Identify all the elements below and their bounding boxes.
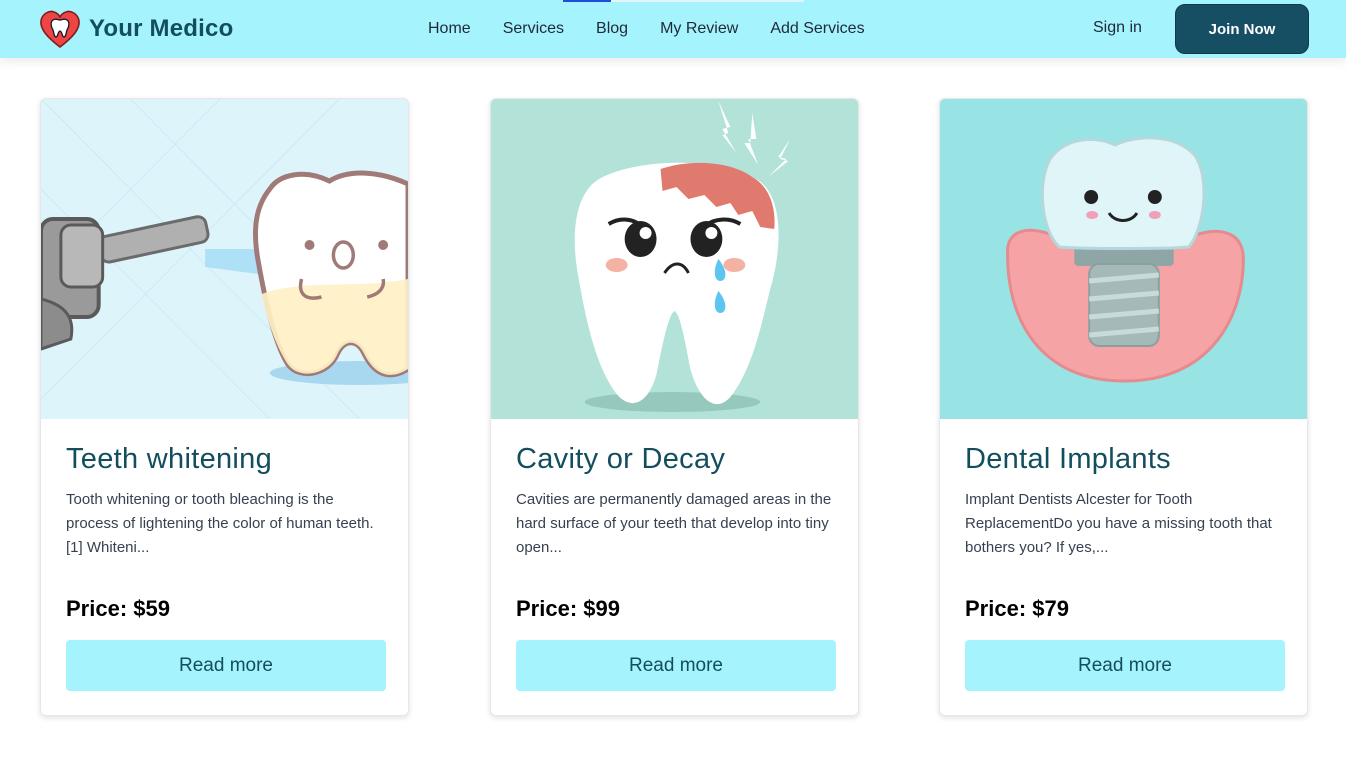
read-more-button[interactable]: Read more bbox=[66, 640, 386, 691]
card-title: Cavity or Decay bbox=[516, 443, 726, 475]
nav-blog[interactable]: Blog bbox=[596, 20, 628, 38]
nav-my-review[interactable]: My Review bbox=[660, 20, 738, 38]
card-body: Dental Implants Implant Dentists Alceste… bbox=[965, 443, 1283, 622]
read-more-button[interactable]: Read more bbox=[965, 640, 1285, 691]
nav-home[interactable]: Home bbox=[428, 20, 471, 38]
service-card: Teeth whitening Tooth whitening or tooth… bbox=[40, 98, 409, 716]
tooth-whitening-illustration bbox=[41, 99, 408, 419]
card-body: Teeth whitening Tooth whitening or tooth… bbox=[66, 443, 384, 622]
brand-name: Your Medico bbox=[89, 15, 234, 42]
dental-implant-illustration bbox=[940, 99, 1307, 419]
read-more-button[interactable]: Read more bbox=[516, 640, 836, 691]
card-price: Price: $59 bbox=[66, 595, 170, 621]
card-title: Dental Implants bbox=[965, 443, 1171, 475]
nav-add-services[interactable]: Add Services bbox=[770, 20, 864, 38]
join-now-button[interactable]: Join Now bbox=[1175, 4, 1309, 54]
card-description: Tooth whitening or tooth bleaching is th… bbox=[66, 490, 374, 556]
navbar: Your Medico Home Services Blog My Review… bbox=[0, 0, 1346, 58]
sign-in-link[interactable]: Sign in bbox=[1093, 19, 1142, 37]
card-title: Teeth whitening bbox=[66, 443, 273, 475]
card-price: Price: $79 bbox=[965, 595, 1069, 621]
service-card: Dental Implants Implant Dentists Alceste… bbox=[939, 98, 1308, 716]
card-price: Price: $99 bbox=[516, 595, 620, 621]
card-description: Implant Dentists Alcester for Tooth Repl… bbox=[965, 490, 1272, 556]
brand-link[interactable]: Your Medico bbox=[39, 9, 233, 49]
heart-tooth-icon bbox=[40, 10, 80, 49]
service-card: Cavity or Decay Cavities are permanently… bbox=[490, 98, 859, 716]
sad-tooth-cavity-illustration bbox=[491, 99, 858, 419]
card-description: Cavities are permanently damaged areas i… bbox=[516, 490, 832, 556]
main-nav: Home Services Blog My Review Add Service… bbox=[428, 0, 897, 58]
nav-services[interactable]: Services bbox=[503, 20, 564, 38]
card-body: Cavity or Decay Cavities are permanently… bbox=[516, 443, 834, 622]
